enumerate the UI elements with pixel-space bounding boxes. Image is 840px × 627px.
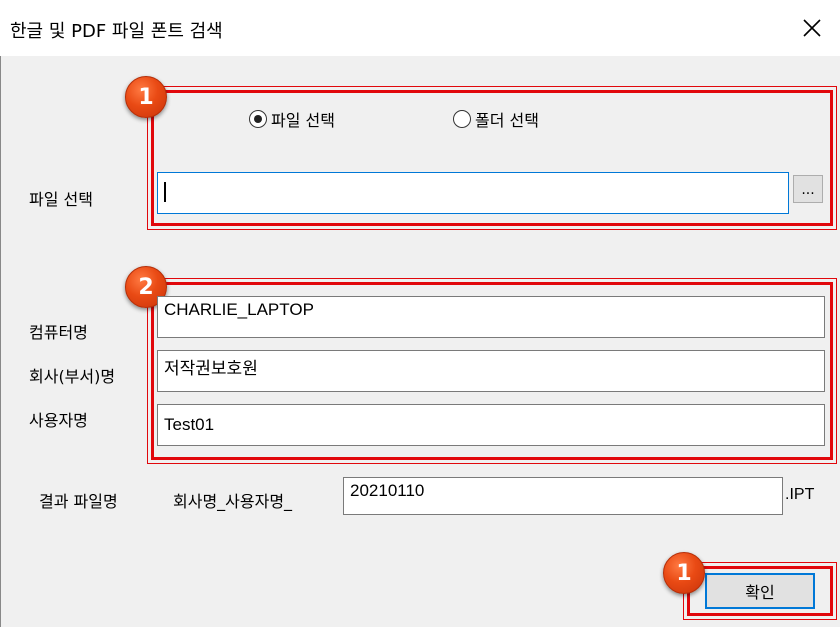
file-select-label: 파일 선택 <box>29 190 93 209</box>
close-button[interactable] <box>784 0 840 56</box>
user-name-input[interactable]: Test01 <box>157 404 825 446</box>
annotation-badge-3: 1 <box>663 552 705 594</box>
result-filename-extension: .IPT <box>785 486 815 503</box>
radio-checked-icon <box>249 110 267 128</box>
file-path-input[interactable] <box>157 172 789 214</box>
window-title: 한글 및 PDF 파일 폰트 검색 <box>10 21 223 42</box>
annotation-badge-1: 1 <box>125 76 167 118</box>
radio-file-select-label: 파일 선택 <box>271 111 335 130</box>
dialog-body: 1 파일 선택 폴더 선택 파일 선택 ... 2 컴퓨터명 CHARLIE_L… <box>0 56 840 627</box>
title-bar: 한글 및 PDF 파일 폰트 검색 <box>0 0 840 56</box>
result-filename-input[interactable]: 20210110 <box>343 477 783 515</box>
radio-unchecked-icon <box>453 110 471 128</box>
company-name-input[interactable]: 저작권보호원 <box>157 350 825 392</box>
company-name-label: 회사(부서)명 <box>29 367 116 386</box>
radio-folder-select-label: 폴더 선택 <box>475 111 539 130</box>
computer-name-input[interactable]: CHARLIE_LAPTOP <box>157 296 825 338</box>
computer-name-label: 컴퓨터명 <box>29 323 88 342</box>
ok-button[interactable]: 확인 <box>705 573 815 609</box>
result-filename-label: 결과 파일명 <box>39 492 118 511</box>
radio-folder-select[interactable]: 폴더 선택 <box>453 107 539 131</box>
text-caret <box>164 181 166 202</box>
dialog-window: 한글 및 PDF 파일 폰트 검색 1 파일 선택 폴더 선택 파일 선택 ..… <box>0 0 840 627</box>
user-name-label: 사용자명 <box>29 411 88 430</box>
browse-button[interactable]: ... <box>793 175 823 203</box>
close-icon <box>803 19 821 37</box>
radio-file-select[interactable]: 파일 선택 <box>249 107 335 131</box>
result-filename-prefix: 회사명_사용자명_ <box>173 492 293 511</box>
